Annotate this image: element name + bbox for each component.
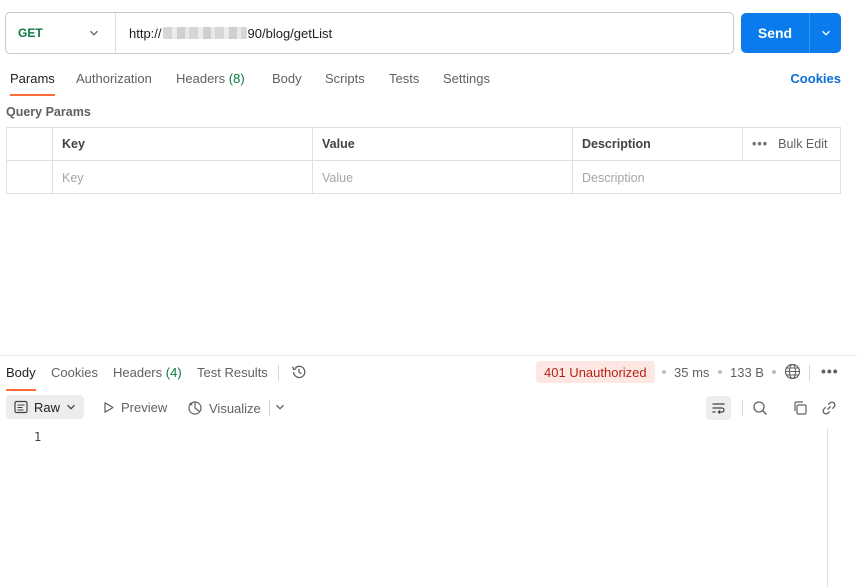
tab-body[interactable]: Body [272,71,302,86]
query-params-title: Query Params [6,105,91,119]
dot-separator [772,370,776,374]
response-body-editor[interactable]: 1 [0,428,857,587]
chevron-down-icon [821,30,830,36]
param-value-input[interactable]: Value [312,161,572,194]
separator [742,400,743,416]
response-size[interactable]: 133 B [730,365,764,380]
url-input[interactable]: http:// 90/blog/getList [116,26,332,41]
tab-test-results[interactable]: Test Results [197,365,268,380]
send-options-button[interactable] [810,13,841,53]
table-row: Key Value Description [7,161,840,194]
tab-headers[interactable]: Headers (8) [176,71,245,86]
column-header-value: Value [312,128,572,160]
tab-response-headers[interactable]: Headers (4) [113,365,182,380]
line-number: 1 [34,430,42,444]
chevron-down-icon[interactable] [275,402,285,412]
wrap-lines-button[interactable] [706,396,731,420]
tab-params[interactable]: Params [10,71,55,96]
column-header-key: Key [52,128,312,160]
chevron-down-icon [67,404,75,410]
dot-separator [718,370,722,374]
method-select[interactable]: GET [6,13,116,53]
tab-response-body[interactable]: Body [6,365,36,391]
response-tabs: Body Cookies Headers (4) Test Results 40… [0,356,857,391]
globe-icon[interactable] [784,363,801,380]
request-tabs: Params Authorization Headers (8) Body Sc… [0,66,857,96]
raw-format-dropdown[interactable]: Raw [6,395,84,419]
param-description-input[interactable]: Description [572,161,840,194]
url-bar: GET http:// 90/blog/getList [5,12,734,54]
raw-label: Raw [34,399,61,415]
separator [809,365,810,381]
search-icon[interactable] [752,400,768,416]
url-prefix: http:// [129,25,162,41]
play-icon [104,402,114,413]
cookies-link[interactable]: Cookies [790,71,841,86]
visualize-button[interactable]: Visualize [187,400,261,416]
response-format-bar: Raw Preview Visualize [0,392,857,424]
method-label: GET [18,26,43,40]
url-redacted-host [162,27,247,39]
copy-icon[interactable] [792,400,808,416]
status-badge[interactable]: 401 Unauthorized [536,361,655,383]
tab-settings[interactable]: Settings [443,71,490,86]
bulk-edit-label: Bulk Edit [778,137,828,151]
tab-response-cookies[interactable]: Cookies [51,365,98,380]
send-button[interactable]: Send [741,13,810,53]
table-header-row: Key Value Description ••• Bulk Edit [7,128,840,161]
raw-text-icon [14,400,28,414]
param-key-input[interactable]: Key [52,161,312,194]
link-icon[interactable] [821,400,837,416]
visualize-icon [188,401,202,415]
chevron-down-icon [90,30,98,36]
tab-authorization[interactable]: Authorization [76,71,152,86]
dot-separator [662,370,666,374]
send-button-group: Send [741,13,841,53]
separator [278,365,279,381]
tab-tests[interactable]: Tests [389,71,419,86]
more-options-icon[interactable]: ••• [821,363,839,379]
preview-button[interactable]: Preview [102,400,167,415]
wrap-lines-icon [712,402,725,414]
bulk-edit-button[interactable]: ••• Bulk Edit [742,128,840,160]
more-horizontal-icon: ••• [752,137,769,151]
response-time[interactable]: 35 ms [674,365,709,380]
editor-scrollbar[interactable] [827,428,828,587]
column-header-description: Description [572,128,742,160]
url-suffix: 90/blog/getList [247,25,333,41]
separator [269,400,270,416]
history-icon[interactable] [291,364,307,380]
tab-scripts[interactable]: Scripts [325,71,365,86]
query-params-table: Key Value Description ••• Bulk Edit Key … [6,127,841,194]
